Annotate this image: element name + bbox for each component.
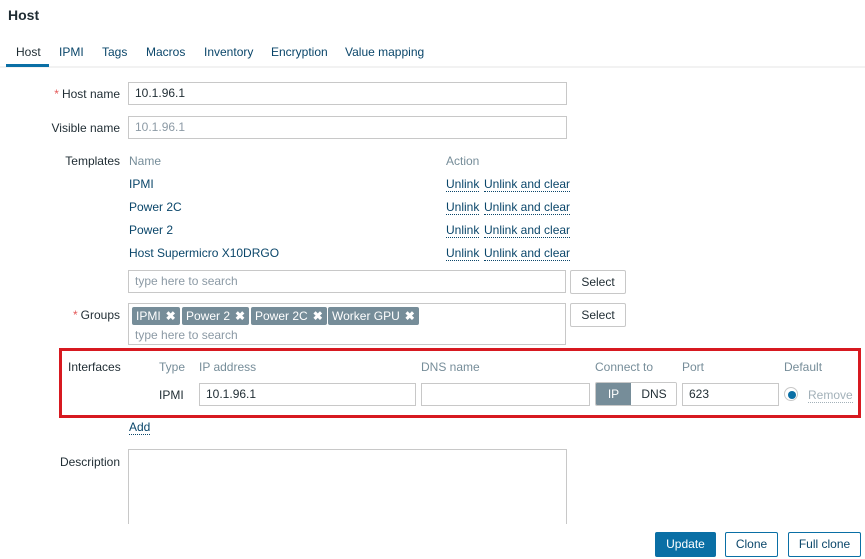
unlink-link[interactable]: Unlink bbox=[446, 223, 480, 238]
unlink-and-clear-link[interactable]: Unlink and clear bbox=[484, 246, 571, 261]
interfaces-col-port: Port bbox=[682, 360, 705, 374]
tab-tags[interactable]: Tags bbox=[102, 44, 127, 60]
active-tab-indicator bbox=[6, 64, 49, 67]
groups-multiselect[interactable]: IPMI ✖ Power 2 ✖ Power 2C ✖ Worker GPU ✖ typ… bbox=[128, 303, 566, 345]
groups-select-button[interactable]: Select bbox=[570, 303, 626, 327]
unlink-and-clear-link[interactable]: Unlink and clear bbox=[484, 223, 571, 238]
connect-ip-button[interactable]: IP bbox=[596, 383, 631, 405]
full-clone-button[interactable]: Full clone bbox=[788, 532, 861, 557]
page-title: Host bbox=[8, 7, 40, 23]
connect-to-toggle: IP DNS bbox=[595, 382, 677, 406]
tab-inventory[interactable]: Inventory bbox=[204, 44, 253, 60]
tab-host[interactable]: Host bbox=[16, 44, 41, 60]
templates-col-action: Action bbox=[446, 154, 480, 168]
required-mark: * bbox=[72, 308, 78, 322]
groups-label: * Groups bbox=[72, 308, 120, 322]
interfaces-label: Interfaces bbox=[68, 360, 121, 374]
group-tag: IPMI ✖ bbox=[132, 307, 180, 325]
interfaces-col-default: Default bbox=[784, 360, 823, 374]
interface-port-input[interactable]: 623 bbox=[682, 383, 779, 406]
tab-encryption[interactable]: Encryption bbox=[271, 44, 328, 60]
group-tag: Worker GPU ✖ bbox=[328, 307, 419, 325]
tab-ipmi[interactable]: IPMI bbox=[59, 44, 84, 60]
templates-col-name: Name bbox=[129, 154, 162, 168]
tab-macros[interactable]: Macros bbox=[146, 44, 185, 60]
unlink-link[interactable]: Unlink bbox=[446, 200, 480, 215]
unlink-and-clear-link[interactable]: Unlink and clear bbox=[484, 200, 571, 215]
default-interface-radio[interactable] bbox=[784, 387, 798, 401]
templates-label: Templates bbox=[65, 154, 120, 168]
tab-value-mapping[interactable]: Value mapping bbox=[345, 44, 424, 60]
host-name-input[interactable]: 10.1.96.1 bbox=[128, 82, 567, 105]
interface-dns-input[interactable] bbox=[421, 383, 590, 406]
groups-search-input[interactable]: type here to search bbox=[135, 327, 238, 343]
add-interface-link[interactable]: Add bbox=[129, 420, 151, 435]
templates-search-input[interactable]: type here to search bbox=[128, 270, 566, 293]
tab-bar: Host IPMI Tags Macros Inventory Encrypti… bbox=[0, 44, 865, 68]
remove-tag-icon[interactable]: ✖ bbox=[166, 309, 176, 323]
unlink-and-clear-link[interactable]: Unlink and clear bbox=[484, 177, 571, 192]
group-tag: Power 2 ✖ bbox=[182, 307, 250, 325]
template-link[interactable]: Power 2 bbox=[129, 222, 173, 238]
interface-type: IPMI bbox=[159, 388, 184, 402]
unlink-link[interactable]: Unlink bbox=[446, 246, 480, 261]
description-textarea[interactable] bbox=[128, 449, 567, 524]
interfaces-col-type: Type bbox=[159, 360, 186, 374]
connect-dns-button[interactable]: DNS bbox=[631, 383, 676, 405]
template-link[interactable]: Power 2C bbox=[129, 199, 182, 215]
visible-name-input[interactable]: 10.1.96.1 bbox=[128, 116, 567, 139]
interfaces-col-dns: DNS name bbox=[421, 360, 480, 374]
templates-select-button[interactable]: Select bbox=[570, 270, 626, 294]
remove-tag-icon[interactable]: ✖ bbox=[313, 309, 323, 323]
unlink-link[interactable]: Unlink bbox=[446, 177, 480, 192]
remove-interface-link[interactable]: Remove bbox=[808, 388, 853, 403]
required-mark: * bbox=[54, 87, 59, 101]
template-link[interactable]: Host Supermicro X10DRGO bbox=[129, 245, 279, 261]
update-button[interactable]: Update bbox=[655, 532, 716, 557]
remove-tag-icon[interactable]: ✖ bbox=[405, 309, 415, 323]
interfaces-col-connect: Connect to bbox=[595, 360, 654, 374]
group-tag: Power 2C ✖ bbox=[251, 307, 327, 325]
interface-ip-input[interactable]: 10.1.96.1 bbox=[199, 383, 416, 406]
description-label: Description bbox=[59, 455, 120, 469]
remove-tag-icon[interactable]: ✖ bbox=[235, 309, 245, 323]
interfaces-col-ip: IP address bbox=[199, 360, 257, 374]
clone-button[interactable]: Clone bbox=[725, 532, 778, 557]
template-link[interactable]: IPMI bbox=[129, 176, 154, 192]
host-name-label: * Host name bbox=[54, 87, 120, 101]
visible-name-label: Visible name bbox=[51, 121, 120, 135]
